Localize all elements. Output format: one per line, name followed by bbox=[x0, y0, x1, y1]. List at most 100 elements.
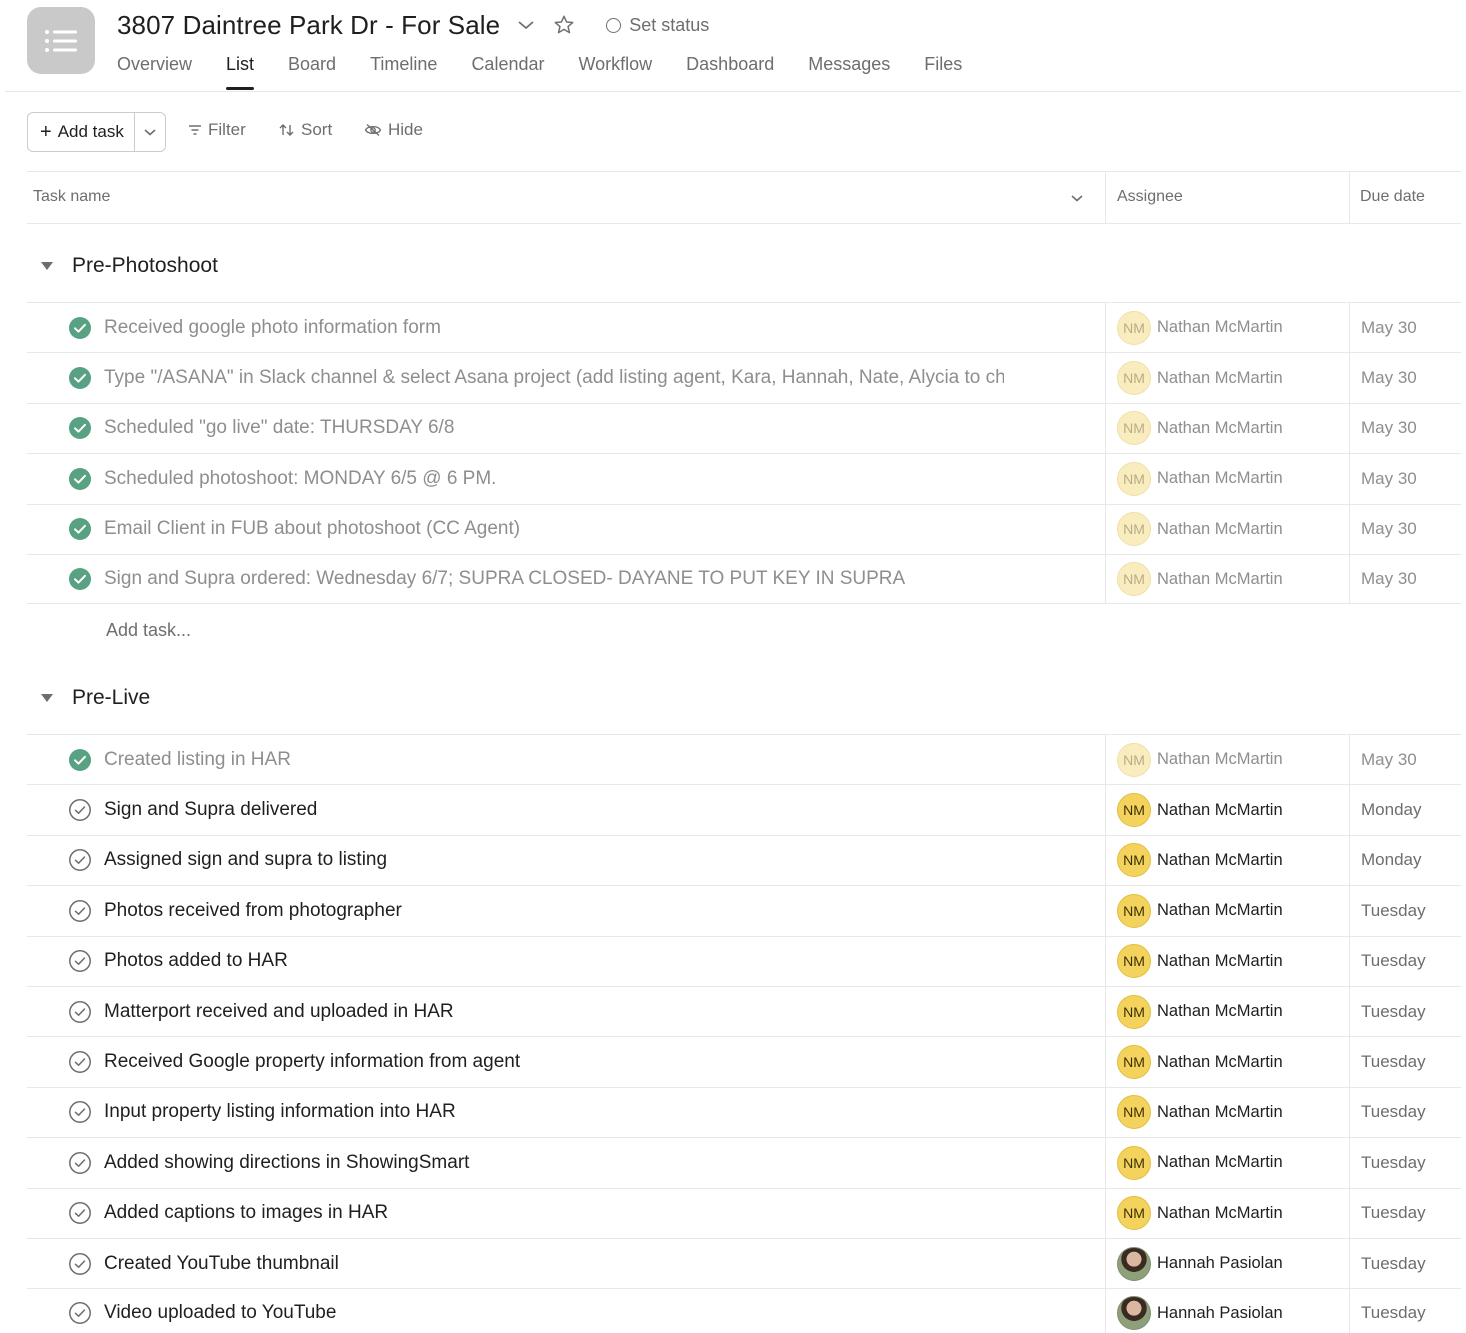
assignee-cell[interactable]: NM Nathan McMartin bbox=[1105, 1087, 1349, 1138]
task-name[interactable]: Matterport received and uploaded in HAR bbox=[104, 1001, 1004, 1023]
task-row[interactable]: Sign and Supra delivered NM Nathan McMarti… bbox=[27, 784, 1461, 835]
collapse-triangle-icon[interactable] bbox=[27, 261, 67, 271]
assignee-cell[interactable]: NM Nathan McMartin bbox=[1105, 303, 1349, 353]
assignee-cell[interactable]: NM Nathan McMartin bbox=[1105, 986, 1349, 1037]
due-date-cell[interactable]: Tuesday bbox=[1349, 886, 1461, 936]
section-header-pre-photoshoot[interactable]: Pre-Photoshoot bbox=[27, 246, 218, 286]
collapse-triangle-icon[interactable] bbox=[27, 693, 67, 703]
incomplete-check-icon[interactable] bbox=[68, 1000, 92, 1024]
section-header-pre-live[interactable]: Pre-Live bbox=[27, 678, 150, 718]
task-name[interactable]: Photos added to HAR bbox=[104, 950, 1004, 972]
tab-dashboard[interactable]: Dashboard bbox=[686, 52, 774, 90]
due-date-cell[interactable]: May 30 bbox=[1349, 454, 1461, 504]
task-name[interactable]: Created YouTube thumbnail bbox=[104, 1253, 1004, 1275]
filter-button[interactable]: Filter bbox=[188, 120, 246, 140]
assignee-cell[interactable]: NM Nathan McMartin bbox=[1105, 785, 1349, 835]
assignee-cell[interactable]: NM Nathan McMartin bbox=[1105, 1138, 1349, 1188]
task-name[interactable]: Created listing in HAR bbox=[104, 749, 1004, 771]
column-header-assignee[interactable]: Assignee bbox=[1117, 188, 1183, 206]
tab-list[interactable]: List bbox=[226, 52, 255, 90]
assignee-cell[interactable]: Hannah Pasiolan bbox=[1105, 1238, 1349, 1289]
completed-check-icon[interactable] bbox=[68, 748, 92, 772]
hide-button[interactable]: Hide bbox=[364, 120, 423, 140]
due-date-cell[interactable]: Monday bbox=[1349, 785, 1461, 835]
task-name[interactable]: Scheduled "go live" date: THURSDAY 6/8 bbox=[104, 417, 1004, 439]
due-date-cell[interactable]: Tuesday bbox=[1349, 1087, 1461, 1138]
task-row[interactable]: Input property listing information into … bbox=[27, 1086, 1461, 1138]
chevron-down-icon[interactable] bbox=[514, 13, 538, 37]
due-date-cell[interactable]: Tuesday bbox=[1349, 1138, 1461, 1188]
due-date-cell[interactable]: May 30 bbox=[1349, 735, 1461, 785]
incomplete-check-icon[interactable] bbox=[68, 949, 92, 973]
due-date-cell[interactable]: Tuesday bbox=[1349, 1238, 1461, 1289]
tab-workflow[interactable]: Workflow bbox=[578, 52, 652, 90]
incomplete-check-icon[interactable] bbox=[68, 1252, 92, 1276]
assignee-cell[interactable]: NM Nathan McMartin bbox=[1105, 835, 1349, 886]
task-name[interactable]: Sign and Supra ordered: Wednesday 6/7; S… bbox=[104, 568, 1004, 590]
due-date-cell[interactable]: May 30 bbox=[1349, 353, 1461, 403]
column-header-due-date[interactable]: Due date bbox=[1360, 188, 1425, 206]
assignee-cell[interactable]: NM Nathan McMartin bbox=[1105, 554, 1349, 604]
due-date-cell[interactable]: Tuesday bbox=[1349, 936, 1461, 986]
due-date-cell[interactable]: Monday bbox=[1349, 835, 1461, 886]
assignee-cell[interactable]: NM Nathan McMartin bbox=[1105, 353, 1349, 403]
tab-calendar[interactable]: Calendar bbox=[471, 52, 544, 90]
add-task-button[interactable]: + Add task bbox=[28, 113, 135, 151]
tab-timeline[interactable]: Timeline bbox=[370, 52, 437, 90]
task-name[interactable]: Added captions to images in HAR bbox=[104, 1202, 1004, 1224]
task-name[interactable]: Received Google property information fro… bbox=[104, 1051, 1004, 1073]
assignee-cell[interactable]: NM Nathan McMartin bbox=[1105, 1188, 1349, 1238]
task-name[interactable]: Sign and Supra delivered bbox=[104, 799, 1004, 821]
set-status-button[interactable]: Set status bbox=[606, 15, 709, 36]
task-row[interactable]: Received Google property information fro… bbox=[27, 1036, 1461, 1087]
task-name[interactable]: Assigned sign and supra to listing bbox=[104, 849, 1004, 871]
assignee-cell[interactable]: Hannah Pasiolan bbox=[1105, 1289, 1349, 1333]
completed-check-icon[interactable] bbox=[68, 366, 92, 390]
task-row[interactable]: Email Client in FUB about photoshoot (CC… bbox=[27, 503, 1461, 554]
star-icon[interactable] bbox=[552, 13, 576, 37]
incomplete-check-icon[interactable] bbox=[68, 1151, 92, 1175]
add-task-inline-button[interactable]: Add task... bbox=[106, 620, 191, 641]
incomplete-check-icon[interactable] bbox=[68, 798, 92, 822]
tab-overview[interactable]: Overview bbox=[117, 52, 192, 90]
task-row[interactable]: Added captions to images in HAR NM Nathan … bbox=[27, 1187, 1461, 1238]
task-row[interactable]: Type "/ASANA" in Slack channel & select … bbox=[27, 352, 1461, 403]
project-title[interactable]: 3807 Daintree Park Dr - For Sale bbox=[117, 10, 500, 41]
due-date-cell[interactable]: May 30 bbox=[1349, 403, 1461, 454]
task-row[interactable]: Photos received from photographer NM Natha… bbox=[27, 885, 1461, 936]
incomplete-check-icon[interactable] bbox=[68, 899, 92, 923]
assignee-cell[interactable]: NM Nathan McMartin bbox=[1105, 504, 1349, 554]
completed-check-icon[interactable] bbox=[68, 416, 92, 440]
due-date-cell[interactable]: May 30 bbox=[1349, 504, 1461, 554]
due-date-cell[interactable]: May 30 bbox=[1349, 554, 1461, 604]
task-row[interactable]: Created YouTube thumbnail Hannah Pasiolan… bbox=[27, 1237, 1461, 1289]
chevron-down-icon[interactable] bbox=[1070, 190, 1084, 208]
tab-board[interactable]: Board bbox=[288, 52, 336, 90]
assignee-cell[interactable]: NM Nathan McMartin bbox=[1105, 936, 1349, 986]
task-name[interactable]: Video uploaded to YouTube bbox=[104, 1302, 1004, 1324]
sort-button[interactable]: Sort bbox=[279, 120, 332, 140]
incomplete-check-icon[interactable] bbox=[68, 1301, 92, 1325]
incomplete-check-icon[interactable] bbox=[68, 1100, 92, 1124]
task-row[interactable]: Created listing in HAR NM Nathan McMartin M… bbox=[27, 734, 1461, 785]
task-row[interactable]: Video uploaded to YouTube Hannah Pasiolan… bbox=[27, 1288, 1461, 1333]
task-row[interactable]: Matterport received and uploaded in HAR N… bbox=[27, 985, 1461, 1037]
task-row[interactable]: Scheduled "go live" date: THURSDAY 6/8 NM… bbox=[27, 402, 1461, 454]
project-list-icon[interactable] bbox=[27, 7, 95, 74]
task-row[interactable]: Scheduled photoshoot: MONDAY 6/5 @ 6 PM.… bbox=[27, 453, 1461, 504]
task-row[interactable]: Photos added to HAR NM Nathan McMartin Tues… bbox=[27, 935, 1461, 986]
assignee-cell[interactable]: NM Nathan McMartin bbox=[1105, 886, 1349, 936]
incomplete-check-icon[interactable] bbox=[68, 1201, 92, 1225]
task-row[interactable]: Received google photo information form NM… bbox=[27, 302, 1461, 353]
task-row[interactable]: Sign and Supra ordered: Wednesday 6/7; S… bbox=[27, 553, 1461, 605]
task-name[interactable]: Type "/ASANA" in Slack channel & select … bbox=[104, 367, 1004, 389]
assignee-cell[interactable]: NM Nathan McMartin bbox=[1105, 403, 1349, 454]
task-name[interactable]: Input property listing information into … bbox=[104, 1101, 1004, 1123]
task-name[interactable]: Email Client in FUB about photoshoot (CC… bbox=[104, 518, 1004, 540]
task-name[interactable]: Photos received from photographer bbox=[104, 900, 1004, 922]
task-name[interactable]: Added showing directions in ShowingSmart bbox=[104, 1152, 1004, 1174]
add-task-dropdown-button[interactable] bbox=[135, 113, 165, 151]
due-date-cell[interactable]: Tuesday bbox=[1349, 1037, 1461, 1087]
completed-check-icon[interactable] bbox=[68, 517, 92, 541]
due-date-cell[interactable]: Tuesday bbox=[1349, 986, 1461, 1037]
